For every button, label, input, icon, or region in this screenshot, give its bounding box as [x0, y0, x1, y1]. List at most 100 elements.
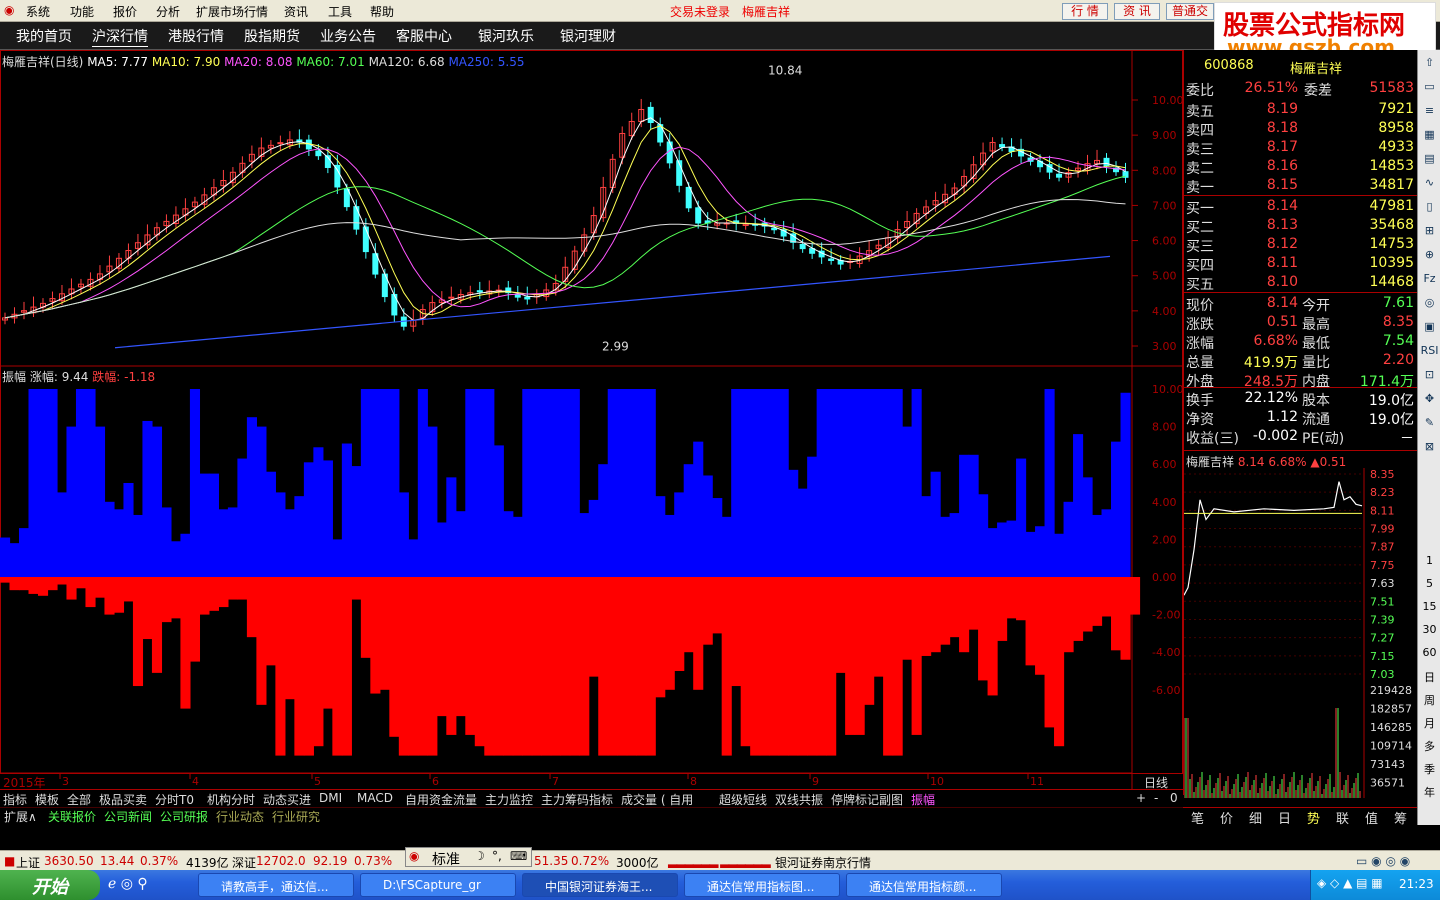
tool-icon-9[interactable]: Fz — [1420, 272, 1439, 285]
indicator-tab[interactable]: 指标 — [3, 791, 27, 808]
ext-tab[interactable]: 公司研报 — [160, 808, 208, 825]
indicator-tab[interactable]: 全部 — [67, 791, 91, 808]
sh-value[interactable]: 3630.50 — [44, 854, 94, 868]
tab-sh-sz[interactable]: 沪深行情 — [92, 26, 148, 47]
sz-value[interactable]: 12702.0 — [256, 854, 306, 868]
menu-system[interactable]: 系统 — [26, 3, 50, 20]
indicator-tab[interactable]: 主力监控 — [485, 791, 533, 808]
ime-keyboard-icon[interactable]: ⌨ — [510, 849, 527, 863]
quote-button[interactable]: 行 情 — [1062, 3, 1108, 20]
ime-bar[interactable]: ◉ 标准 ☽ °, ⌨ — [405, 847, 532, 869]
indicator-tab[interactable]: MACD — [357, 791, 393, 805]
menu-help[interactable]: 帮助 — [370, 3, 394, 20]
period-button[interactable]: 周 — [1420, 692, 1439, 708]
indicator-tab[interactable]: 成交量 ( 自用 — [621, 791, 693, 808]
tool-icon-15[interactable]: ✎ — [1420, 416, 1439, 429]
indicator-tab[interactable]: 动态买进 — [263, 791, 311, 808]
menu-ext-market[interactable]: 扩展市场行情 — [196, 3, 268, 20]
tab-reset-button[interactable]: 0 — [1170, 791, 1178, 805]
menu-quote[interactable]: 报价 — [113, 3, 137, 20]
tool-icon-14[interactable]: ✥ — [1420, 392, 1439, 405]
period-button[interactable]: 多 — [1420, 738, 1439, 754]
ime-moon-icon[interactable]: ☽ — [474, 849, 485, 863]
task-tdx[interactable]: 中国银河证券海王... — [522, 873, 678, 897]
tool-icon-13[interactable]: ⊡ — [1420, 368, 1439, 381]
tray-icons[interactable]: ◈ ◇ ▲ ▤ ▦ — [1317, 876, 1383, 890]
indicator-tab[interactable]: 停牌标记副图 — [831, 791, 903, 808]
indicator-tab[interactable]: 超级短线 — [719, 791, 767, 808]
tool-icon-4[interactable]: ▤ — [1420, 152, 1439, 165]
period-button[interactable]: 年 — [1420, 784, 1439, 800]
tab-home[interactable]: 我的首页 — [16, 26, 72, 46]
buy-row[interactable]: 买四 8.11 10395 — [1186, 255, 1416, 274]
tab-hk[interactable]: 港股行情 — [168, 26, 224, 46]
menu-analysis[interactable]: 分析 — [156, 3, 180, 20]
tab-futures[interactable]: 股指期货 — [244, 26, 300, 46]
indicator-tab[interactable]: 振幅 — [911, 791, 935, 808]
clock[interactable]: 21:23 — [1399, 877, 1434, 891]
tab-notice[interactable]: 业务公告 — [320, 26, 376, 46]
start-button[interactable]: 开始 — [0, 870, 100, 900]
period-button[interactable]: 日 — [1420, 669, 1439, 685]
sell-row[interactable]: 卖二 8.16 14853 — [1186, 158, 1416, 177]
menu-tools[interactable]: 工具 — [328, 3, 352, 20]
trade-button[interactable]: 普通交易 — [1166, 3, 1214, 20]
tab-yinhe-jiule[interactable]: 银河玖乐 — [478, 26, 534, 46]
period-button[interactable]: 60 — [1420, 646, 1439, 659]
tab-add-button[interactable]: + — [1136, 791, 1146, 805]
indicator-tab[interactable]: 双线共振 — [775, 791, 823, 808]
indicator-tab[interactable]: 自用资金流量 — [405, 791, 477, 808]
period-button[interactable]: 月 — [1420, 715, 1439, 731]
task-doc-1[interactable]: 通达信常用指标图... — [684, 873, 840, 897]
indicator-tab[interactable]: 分时T0 — [155, 791, 194, 808]
sell-row[interactable]: 卖一 8.15 34817 — [1186, 177, 1416, 196]
sell-row[interactable]: 卖四 8.18 8958 — [1186, 120, 1416, 139]
intraday-chart[interactable]: 8.35 8.23 8.11 7.99 7.87 7.75 7.63 7.51 7.39 7.27… — [1184, 468, 1418, 808]
main-chart[interactable]: 10.00 9.00 8.00 7.00 6.00 5.00 4.00 3.00 10.00 8.… — [0, 50, 1183, 789]
ext-tab[interactable]: 公司新闻 — [104, 808, 152, 825]
tool-icon-1[interactable]: ▭ — [1420, 80, 1439, 93]
task-folder[interactable]: D:\FSCapture_gr — [360, 873, 516, 897]
sell-row[interactable]: 卖三 8.17 4933 — [1186, 139, 1416, 158]
quicklaunch-icons[interactable]: ℯ ◎ ⚲ — [108, 876, 148, 892]
tool-icon-10[interactable]: ◎ — [1420, 296, 1439, 309]
tab-service[interactable]: 客服中心 — [396, 26, 452, 46]
ime-mode[interactable]: 标准 — [432, 849, 460, 869]
indicator-tab[interactable]: 主力筹码指标 — [541, 791, 613, 808]
tab-yinhe-licai[interactable]: 银河理财 — [560, 26, 616, 46]
tool-icon-6[interactable]: ▯ — [1420, 200, 1439, 213]
menu-info[interactable]: 资讯 — [284, 3, 308, 20]
tool-icon-2[interactable]: ≡ — [1420, 104, 1439, 117]
ext-tab[interactable]: 行业动态 — [216, 808, 264, 825]
indicator-tab[interactable]: 机构分时 — [207, 791, 255, 808]
tool-icon-11[interactable]: ▣ — [1420, 320, 1439, 333]
ext-tab[interactable]: 行业研究 — [272, 808, 320, 825]
buy-row[interactable]: 买五 8.10 14468 — [1186, 274, 1416, 293]
period-button[interactable]: 1 — [1420, 554, 1439, 567]
tool-icon-3[interactable]: ▦ — [1420, 128, 1439, 141]
task-browser-1[interactable]: 请教高手，通达信... — [198, 873, 354, 897]
menu-function[interactable]: 功能 — [70, 3, 94, 20]
indicator-tab[interactable]: 模板 — [35, 791, 59, 808]
ext-tab[interactable]: 扩展∧ — [4, 808, 37, 825]
buy-row[interactable]: 买三 8.12 14753 — [1186, 236, 1416, 255]
tool-icon-7[interactable]: ⊞ — [1420, 224, 1439, 237]
info-button[interactable]: 资 讯 — [1114, 3, 1160, 20]
indicator-tab[interactable]: DMI — [319, 791, 342, 805]
tool-icon-5[interactable]: ∿ — [1420, 176, 1439, 189]
period-button[interactable]: 5 — [1420, 577, 1439, 590]
tool-icon-16[interactable]: ⊠ — [1420, 440, 1439, 453]
buy-row[interactable]: 买一 8.14 47981 — [1186, 198, 1416, 217]
period-button[interactable]: 30 — [1420, 623, 1439, 636]
tool-icon-0[interactable]: ⇧ — [1420, 56, 1439, 69]
tab-remove-button[interactable]: - — [1154, 791, 1158, 805]
login-status[interactable]: 交易未登录 — [670, 3, 730, 20]
status-tray-icons[interactable]: ▭ ◉ ◎ ◉ — [1356, 854, 1410, 868]
ext-tab[interactable]: 关联报价 — [48, 808, 96, 825]
ime-punct-icon[interactable]: °, — [492, 849, 502, 863]
indicator-tab[interactable]: 极品买卖 — [99, 791, 147, 808]
task-doc-2[interactable]: 通达信常用指标颜... — [846, 873, 1002, 897]
tool-icon-12[interactable]: RSI — [1420, 344, 1439, 357]
sell-row[interactable]: 卖五 8.19 7921 — [1186, 101, 1416, 120]
period-button[interactable]: 季 — [1420, 761, 1439, 777]
